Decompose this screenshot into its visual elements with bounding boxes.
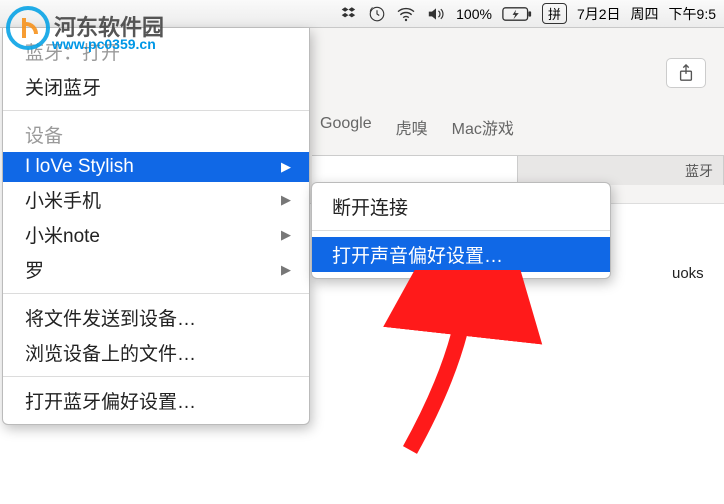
device-xiaomi-note[interactable]: 小米note ▶ <box>3 217 309 252</box>
bookmarks-bar: Google 虎嗅 Mac游戏 <box>320 115 514 139</box>
timemachine-icon[interactable] <box>368 5 386 23</box>
device-xiaomi-phone[interactable]: 小米手机 ▶ <box>3 182 309 217</box>
menu-separator <box>3 110 309 111</box>
annotation-arrow <box>350 270 610 470</box>
bluetooth-menu: 蓝牙：打开 关闭蓝牙 设备 I loVe Stylish ▶ 小米手机 ▶ 小米… <box>2 28 310 425</box>
disconnect-device[interactable]: 断开连接 <box>312 189 610 224</box>
browser-tab[interactable]: 蓝牙 <box>518 156 724 185</box>
send-file-to-device[interactable]: 将文件发送到设备… <box>3 300 309 335</box>
open-bluetooth-prefs[interactable]: 打开蓝牙偏好设置… <box>3 383 309 418</box>
watermark-url: www.pc0359.cn <box>52 36 156 52</box>
wifi-icon[interactable] <box>396 6 416 22</box>
turn-off-bluetooth[interactable]: 关闭蓝牙 <box>3 69 309 104</box>
ime-indicator[interactable]: 拼 <box>542 3 567 24</box>
browser-tab[interactable] <box>312 156 518 185</box>
submenu-arrow-icon: ▶ <box>281 159 291 175</box>
device-label: I loVe Stylish <box>25 156 134 178</box>
volume-icon[interactable] <box>426 6 446 22</box>
weekday-label: 周四 <box>631 4 659 24</box>
time-label: 下午9:5 <box>669 4 716 24</box>
share-button[interactable] <box>666 58 706 88</box>
submenu-arrow-icon: ▶ <box>281 192 291 208</box>
bookmark-macgame[interactable]: Mac游戏 <box>452 115 514 139</box>
battery-charging-icon <box>502 6 532 22</box>
share-icon <box>678 64 694 82</box>
submenu-arrow-icon: ▶ <box>281 227 291 243</box>
device-i-love-stylish[interactable]: I loVe Stylish ▶ <box>3 152 309 182</box>
menu-separator <box>3 293 309 294</box>
battery-percent: 100% <box>456 6 492 22</box>
device-submenu: 断开连接 打开声音偏好设置… <box>311 182 611 279</box>
tab-label: 蓝牙 <box>685 161 713 181</box>
menu-separator <box>3 376 309 377</box>
submenu-arrow-icon: ▶ <box>281 262 291 278</box>
device-label: 罗 <box>25 256 44 283</box>
bookmark-huxiu[interactable]: 虎嗅 <box>396 115 428 139</box>
open-sound-prefs[interactable]: 打开声音偏好设置… <box>312 237 610 272</box>
browse-device-files[interactable]: 浏览设备上的文件… <box>3 335 309 370</box>
device-luo[interactable]: 罗 ▶ <box>3 252 309 287</box>
tab-strip: 蓝牙 <box>312 155 724 185</box>
dropbox-icon[interactable] <box>340 5 358 23</box>
device-label: 小米手机 <box>25 186 101 213</box>
page-text-fragment: uoks <box>672 265 704 282</box>
devices-header: 设备 <box>3 117 309 152</box>
date-label[interactable]: 7月2日 <box>577 4 621 24</box>
device-label: 小米note <box>25 221 100 248</box>
watermark-logo: 河东软件园 <box>4 4 52 57</box>
menu-separator <box>312 230 610 231</box>
bookmark-google[interactable]: Google <box>320 115 372 139</box>
